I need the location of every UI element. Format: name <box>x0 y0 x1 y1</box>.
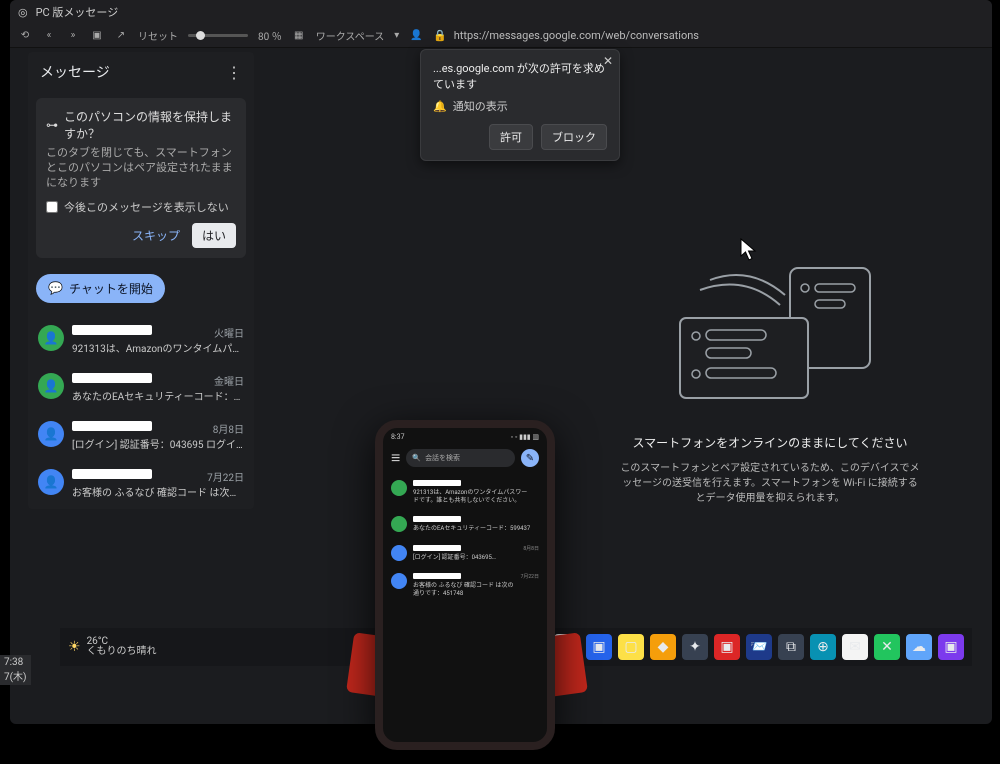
conversation-preview: あなたのEAセキュリティーコード：599437 <box>413 525 533 533</box>
conversation-preview: あなたのEAセキュリティーコード：5… <box>72 388 244 403</box>
menu-icon[interactable]: ≡ <box>391 448 400 468</box>
sender-name-redacted <box>413 545 461 551</box>
conversation-preview: お客様の ふるなび 確認コード は次… <box>72 484 244 499</box>
dock-time: 7:38 7(木) <box>0 655 31 685</box>
close-icon[interactable]: ✕ <box>603 54 613 68</box>
taskbar-weather: くもりのち晴れ <box>87 647 157 658</box>
conversation-date: 7月22日 <box>207 469 244 484</box>
task-icon[interactable]: 📨 <box>746 634 772 660</box>
phone-conversation-row[interactable]: [ログイン] 認証番号：043695… 8月8日 <box>383 539 547 568</box>
conversation-row[interactable]: 👤 8月8日 [ログイン] 認証番号：043695 ログイ… <box>28 413 254 461</box>
conversation-date: 8月8日 <box>213 421 244 436</box>
task-icon[interactable]: ◆ <box>650 634 676 660</box>
sender-name-redacted <box>413 516 461 522</box>
avatar: 👤 <box>38 469 64 495</box>
allow-button[interactable]: 許可 <box>489 124 533 150</box>
phone-search-input[interactable]: 🔍 会話を検索 <box>406 449 515 467</box>
sidebar: メッセージ ⋮ ⊶ このパソコンの情報を保持しますか？ このタブを閉じても、スマ… <box>28 52 254 509</box>
conversation-preview: [ログイン] 認証番号：043695… <box>413 554 517 562</box>
address-bar[interactable]: 🔒 https://messages.google.com/web/conver… <box>433 29 699 42</box>
skip-button[interactable]: スキップ <box>128 223 184 248</box>
task-icon[interactable]: ☁ <box>906 634 932 660</box>
app-icon: ◎ <box>18 6 28 19</box>
block-button[interactable]: ブロック <box>541 124 607 150</box>
conversation-row[interactable]: 👤 金曜日 あなたのEAセキュリティーコード：5… <box>28 365 254 413</box>
tool-icon[interactable]: » <box>66 29 80 43</box>
sender-name-redacted <box>72 325 152 335</box>
empty-state: スマートフォンをオンラインのままにしてください このスマートフォンとペア設定され… <box>570 260 970 506</box>
conversation-preview: 921313は、Amazonのワンタイムパ… <box>72 340 244 355</box>
avatar <box>391 516 407 532</box>
task-icon[interactable]: ▣ <box>714 634 740 660</box>
empty-title: スマートフォンをオンラインのままにしてください <box>570 434 970 451</box>
avatar: 👤 <box>38 421 64 447</box>
task-icon[interactable]: ⊕ <box>810 634 836 660</box>
empty-desc: このスマートフォンとペア設定されているため、このデバイスでメッセージの送受信を行… <box>620 461 920 506</box>
conversation-row[interactable]: 👤 7月22日 お客様の ふるなび 確認コード は次… <box>28 461 254 509</box>
tool-icon[interactable]: ⟲ <box>18 29 32 43</box>
conversation-preview: 921313は、Amazonのワンタイムパスワードです。誰とも共有しないでくださ… <box>413 489 533 504</box>
search-icon: 🔍 <box>412 454 421 462</box>
task-icon[interactable]: ⧉ <box>778 634 804 660</box>
key-icon: ⊶ <box>46 118 58 132</box>
sender-name-redacted <box>72 469 152 479</box>
task-icon[interactable]: ▣ <box>938 634 964 660</box>
phone-conversation-row[interactable]: 921313は、Amazonのワンタイムパスワードです。誰とも共有しないでくださ… <box>383 474 547 510</box>
chat-icon: 💬 <box>48 281 63 295</box>
sidebar-header: メッセージ <box>40 62 110 82</box>
tool-icon[interactable]: « <box>42 29 56 43</box>
phone-conversation-row[interactable]: あなたのEAセキュリティーコード：599437 <box>383 510 547 539</box>
weather-icon: ☀ <box>68 639 81 655</box>
lock-icon: 🔒 <box>433 29 447 42</box>
keep-paired-card: ⊶ このパソコンの情報を保持しますか？ このタブを閉じても、スマートフォンとこの… <box>36 98 246 258</box>
task-icon[interactable]: ✦ <box>682 634 708 660</box>
phone-status-icons: ◦ ◦ ▮▮▮ ▥ <box>511 433 539 441</box>
conversation-date: 火曜日 <box>214 325 244 340</box>
sender-name-redacted <box>413 480 461 486</box>
permission-line: 通知の表示 <box>453 98 508 114</box>
conversation-preview: [ログイン] 認証番号：043695 ログイ… <box>72 436 244 451</box>
avatar <box>391 545 407 561</box>
task-icon[interactable]: ✉ <box>842 634 868 660</box>
tab-title: PC 版メッセージ <box>36 4 119 20</box>
more-icon[interactable]: ⋮ <box>226 63 242 82</box>
task-icon[interactable]: ▢ <box>618 634 644 660</box>
zoom-percent: 80 ％ <box>258 28 282 43</box>
module-icon[interactable]: ▦ <box>292 29 306 43</box>
conversation-date: 7月22日 <box>521 573 539 580</box>
permission-title: ...es.google.com が次の許可を求めています <box>433 60 607 92</box>
dont-show-checkbox[interactable]: 今後このメッセージを表示しない <box>46 199 236 215</box>
bell-icon: 🔔 <box>433 100 447 113</box>
tool-icon[interactable]: ▣ <box>90 29 104 43</box>
avatar: 👤 <box>38 373 64 399</box>
conversation-row[interactable]: 👤 火曜日 921313は、Amazonのワンタイムパ… <box>28 317 254 365</box>
mouse-cursor-icon <box>740 238 758 262</box>
workspace-label[interactable]: ワークスペース <box>316 28 385 43</box>
compose-button[interactable]: ✎ <box>521 449 539 467</box>
physical-phone: 8:37 ◦ ◦ ▮▮▮ ▥ ≡ 🔍 会話を検索 ✎ 921313は、Amazo… <box>375 420 555 750</box>
sender-name-redacted <box>72 421 152 431</box>
yes-button[interactable]: はい <box>192 223 236 248</box>
reset-label[interactable]: リセット <box>138 28 178 43</box>
browser-toolbar: ⟲ « » ▣ ↗ リセット 80 ％ ▦ ワークスペース ▾ 👤 🔒 http… <box>10 24 992 48</box>
conversation-date: 金曜日 <box>214 373 244 388</box>
avatar <box>391 573 407 589</box>
tool-icon[interactable]: ↗ <box>114 29 128 43</box>
task-icon[interactable]: ▣ <box>586 634 612 660</box>
pairing-illustration <box>640 260 900 410</box>
task-icon[interactable]: ✕ <box>874 634 900 660</box>
conversation-date: 8月8日 <box>523 545 539 552</box>
browser-tab-bar: ◎ PC 版メッセージ <box>10 0 992 24</box>
phone-conversation-row[interactable]: お客様の ふるなび 確認コード は次の通りです：451748 7月22日 <box>383 567 547 603</box>
user-icon[interactable]: 👤 <box>409 29 423 43</box>
start-chat-button[interactable]: 💬 チャットを開始 <box>36 274 165 303</box>
avatar: 👤 <box>38 325 64 351</box>
avatar <box>391 480 407 496</box>
sender-name-redacted <box>72 373 152 383</box>
permission-popup: ✕ ...es.google.com が次の許可を求めています 🔔 通知の表示 … <box>420 49 620 161</box>
sender-name-redacted <box>413 573 461 579</box>
phone-time: 8:37 <box>391 433 405 441</box>
taskbar-tray: ● ◐ ▣ ▢ ◆ ✦ ▣ 📨 ⧉ ⊕ ✉ ✕ ☁ ▣ <box>522 634 964 660</box>
conversation-preview: お客様の ふるなび 確認コード は次の通りです：451748 <box>413 582 515 597</box>
